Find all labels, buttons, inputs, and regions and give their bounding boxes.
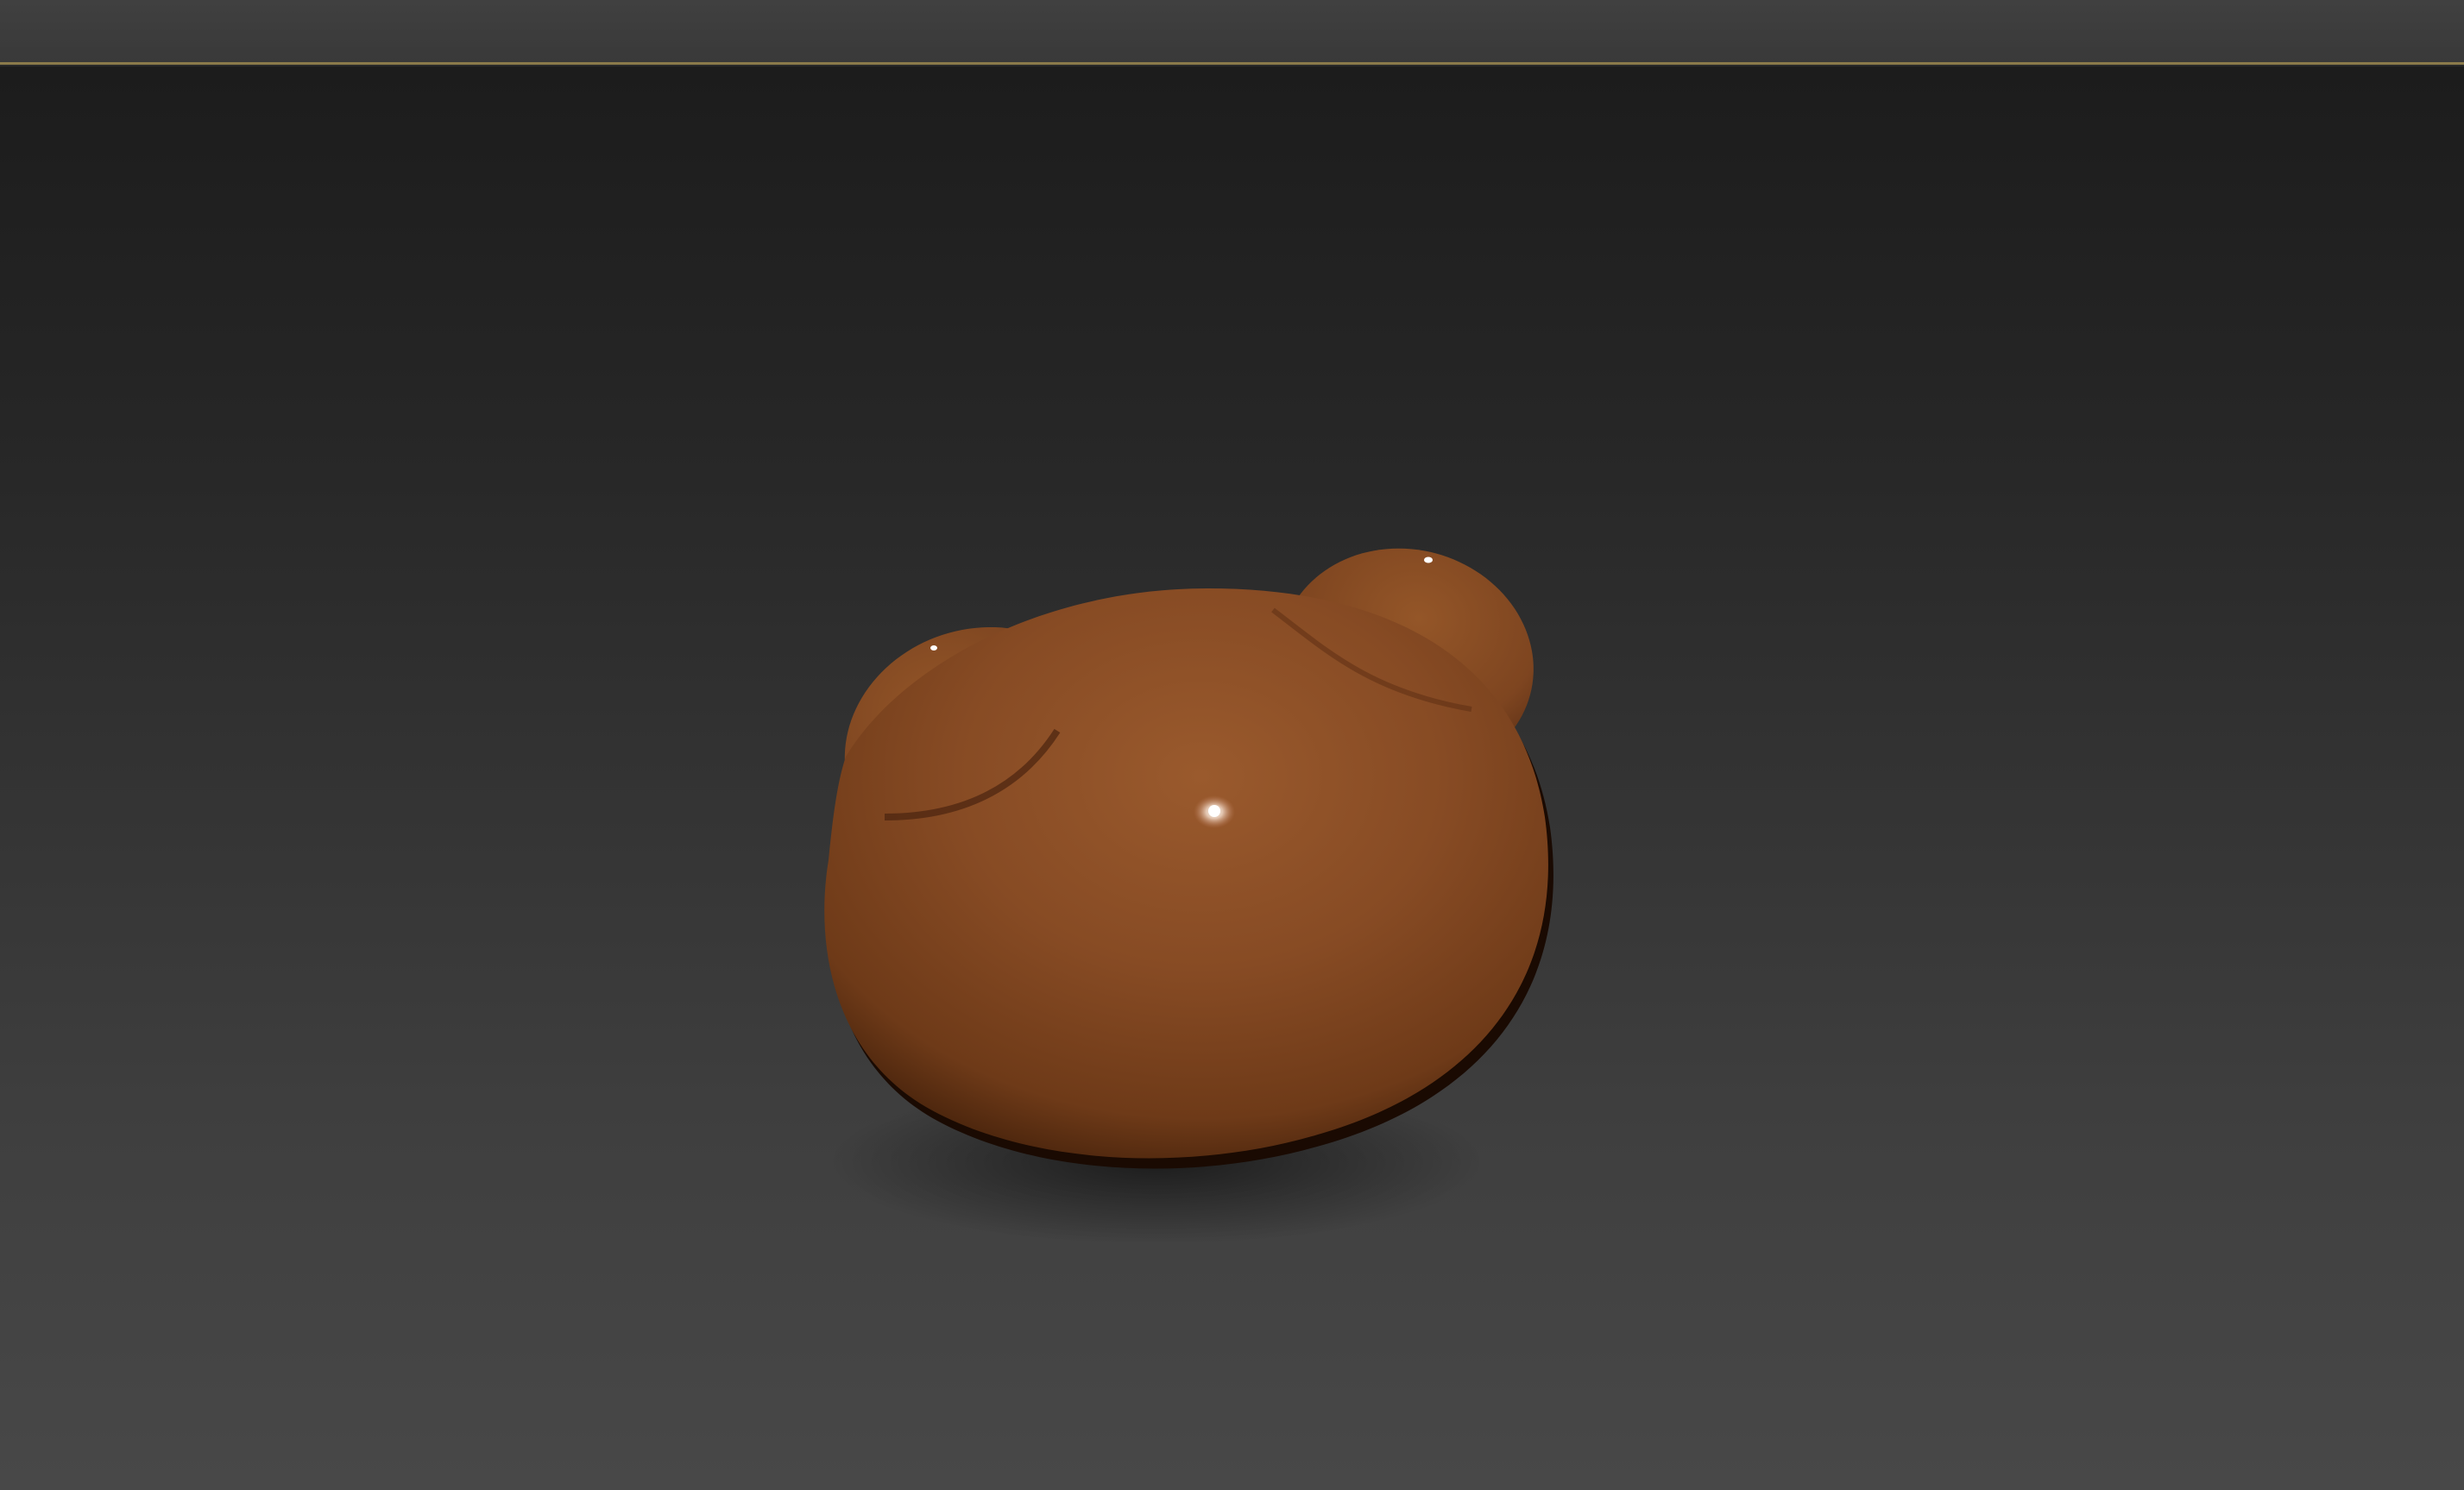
perspective-viewport[interactable] bbox=[0, 66, 2464, 1490]
viewport-scene[interactable] bbox=[0, 66, 2464, 1490]
right-ear-highlight bbox=[1424, 556, 1433, 563]
bear-head[interactable] bbox=[824, 588, 1553, 1169]
top-toolbar bbox=[0, 0, 2464, 62]
3d-application-window bbox=[0, 0, 2464, 1490]
left-ear-highlight bbox=[930, 645, 937, 651]
